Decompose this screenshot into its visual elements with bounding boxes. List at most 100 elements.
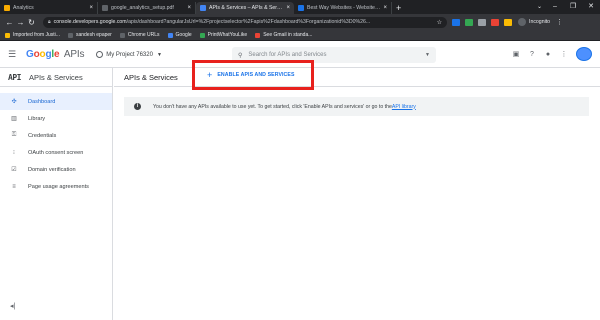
browser-tab[interactable]: Best Way Websites - Website Stu ×	[294, 2, 392, 14]
more-options-icon[interactable]: ⋮	[556, 50, 572, 58]
sidebar-item-label: Domain verification	[28, 166, 76, 173]
bookmark-label: sandesh epaper	[75, 32, 112, 38]
extension-icon[interactable]	[465, 18, 473, 26]
bookmarks-bar: Imported from Justi... sandesh epaper Ch…	[0, 30, 600, 41]
sidebar-item-label: Library	[28, 115, 46, 122]
back-icon[interactable]: ←	[4, 18, 15, 27]
close-tab-icon[interactable]: ×	[187, 5, 191, 11]
tab-title: Analytics	[13, 5, 34, 11]
incognito-indicator[interactable]: Incognito	[518, 18, 550, 26]
settings-list-icon: ≡	[12, 183, 16, 190]
consent-icon: ⁝	[13, 150, 15, 156]
notifications-icon[interactable]: ●	[540, 51, 556, 58]
bookmark-label: Google	[175, 32, 192, 38]
notice-text: You don't have any APIs available to use…	[153, 103, 392, 110]
gift-icon[interactable]: ▣	[508, 50, 524, 58]
browser-tab-active[interactable]: APIs & Services – APIs & Service ×	[196, 2, 294, 14]
bookmark-item[interactable]: See Gmail in standa...	[255, 32, 312, 38]
bookmark-star-icon[interactable]: ☆	[437, 19, 442, 26]
tab-title: google_analytics_setup.pdf	[111, 5, 174, 11]
plus-icon: +	[207, 70, 213, 80]
browser-menu-icon[interactable]: ⋮	[556, 18, 563, 26]
close-window-icon[interactable]: ✕	[582, 0, 600, 14]
sidebar-item-label: Credentials	[28, 132, 57, 139]
incognito-icon	[518, 18, 526, 26]
sidebar-item-dashboard[interactable]: ✣ Dashboard	[0, 93, 112, 110]
api-library-link[interactable]: API library	[392, 104, 416, 110]
gmail-favicon-icon	[255, 32, 261, 38]
bookmark-item[interactable]: Google	[167, 32, 192, 38]
sidebar-item-page-usage[interactable]: ≡ Page usage agreements	[0, 178, 112, 195]
page-header: APIs & Services	[114, 68, 600, 87]
main-content: APIs & Services + ENABLE APIS AND SERVIC…	[114, 60, 600, 320]
address-bar[interactable]: 🔒︎ console.developers.google.com /apis/d…	[43, 16, 447, 28]
bookmark-label: See Gmail in standa...	[263, 32, 313, 38]
chevron-down-icon[interactable]: ▼	[425, 52, 430, 58]
maximize-icon[interactable]: ❐	[564, 0, 582, 14]
browser-tab-strip: Analytics × google_analytics_setup.pdf ×…	[0, 0, 600, 14]
lock-icon: 🔒︎	[48, 19, 51, 25]
key-icon: ⚿	[11, 132, 17, 138]
highlight-box: + ENABLE APIS AND SERVICES	[192, 60, 314, 90]
minimize-icon[interactable]: –	[546, 0, 564, 14]
help-icon[interactable]: ?	[524, 51, 540, 58]
browser-tab[interactable]: Analytics ×	[0, 2, 98, 14]
sidebar-title: APIs & Services	[28, 72, 83, 82]
close-tab-icon[interactable]: ×	[89, 5, 93, 11]
window-controls: – ❐ ✕	[546, 0, 600, 14]
sidebar-header: API APIs & Services	[0, 68, 112, 87]
collapse-sidebar-icon[interactable]: ◂|	[10, 302, 15, 310]
dashboard-icon: ✣	[11, 99, 17, 105]
logo-google: Google	[26, 49, 60, 60]
project-icon	[96, 51, 104, 58]
bookmark-item[interactable]: Chrome URLs	[119, 32, 160, 38]
tab-title: APIs & Services – APIs & Service	[209, 5, 285, 11]
url-host: console.developers.google.com	[53, 19, 127, 25]
forward-icon[interactable]: →	[15, 18, 26, 27]
project-selector[interactable]: My Project 76320 ▼	[96, 51, 162, 58]
sidebar-item-label: Dashboard	[28, 98, 56, 105]
extension-icon[interactable]	[504, 18, 512, 26]
search-placeholder: Search for APIs and Services	[248, 52, 327, 58]
bookmark-favicon-icon	[67, 32, 73, 38]
chevron-down-icon: ▼	[156, 51, 162, 58]
extension-icon[interactable]	[478, 18, 486, 26]
search-icon: ⚲	[238, 52, 243, 59]
url-path: /apis/dashboard?angularJsUrl=%2Fprojects…	[126, 19, 371, 25]
sidebar-item-domain-verification[interactable]: ☑ Domain verification	[0, 161, 112, 178]
sidebar-item-credentials[interactable]: ⚿ Credentials	[0, 127, 112, 144]
avatar[interactable]	[576, 47, 592, 61]
header-actions: ▣ ? ● ⋮	[508, 47, 592, 61]
close-tab-icon[interactable]: ×	[383, 5, 387, 11]
hamburger-menu-icon[interactable]: ☰	[8, 49, 18, 60]
library-icon: ▥	[11, 116, 17, 122]
new-tab-icon[interactable]: +	[396, 2, 401, 14]
bookmark-item[interactable]: sandesh epaper	[67, 32, 112, 38]
google-favicon-icon	[167, 32, 173, 38]
bookmark-item[interactable]: PrintWhatYouLike	[199, 32, 247, 38]
reload-icon[interactable]: ↻	[26, 18, 37, 27]
page-title: APIs & Services	[124, 72, 178, 82]
logo-apis: APIs	[63, 49, 85, 60]
google-favicon-icon	[200, 5, 206, 11]
enable-apis-button[interactable]: + ENABLE APIS AND SERVICES	[207, 70, 295, 80]
info-icon: i	[134, 103, 141, 110]
website-favicon-icon	[298, 5, 304, 11]
sidebar-item-oauth-consent[interactable]: ⁝ OAuth consent screen	[0, 144, 112, 161]
extension-icon[interactable]	[491, 18, 499, 26]
sidebar-item-library[interactable]: ▥ Library	[0, 110, 112, 127]
bookmark-item[interactable]: Imported from Justi...	[5, 32, 60, 38]
browser-tab[interactable]: google_analytics_setup.pdf ×	[98, 2, 196, 14]
extension-icon[interactable]	[452, 18, 460, 26]
api-logo-icon: API	[8, 72, 21, 82]
pdf-favicon-icon	[102, 5, 108, 11]
close-tab-icon[interactable]: ×	[286, 5, 290, 11]
tab-search-icon[interactable]: ⌄	[537, 3, 542, 10]
empty-state-notice: i You don't have any APIs available to u…	[124, 97, 589, 116]
sidebar: API APIs & Services ✣ Dashboard ▥ Librar…	[0, 68, 113, 320]
project-name: My Project 76320	[106, 51, 153, 58]
google-apis-logo[interactable]: Google APIs	[26, 49, 84, 60]
enable-apis-label: ENABLE APIS AND SERVICES	[217, 72, 295, 78]
bookmark-label: Imported from Justi...	[13, 32, 60, 38]
browser-toolbar: ← → ↻ 🔒︎ console.developers.google.com /…	[0, 14, 600, 30]
